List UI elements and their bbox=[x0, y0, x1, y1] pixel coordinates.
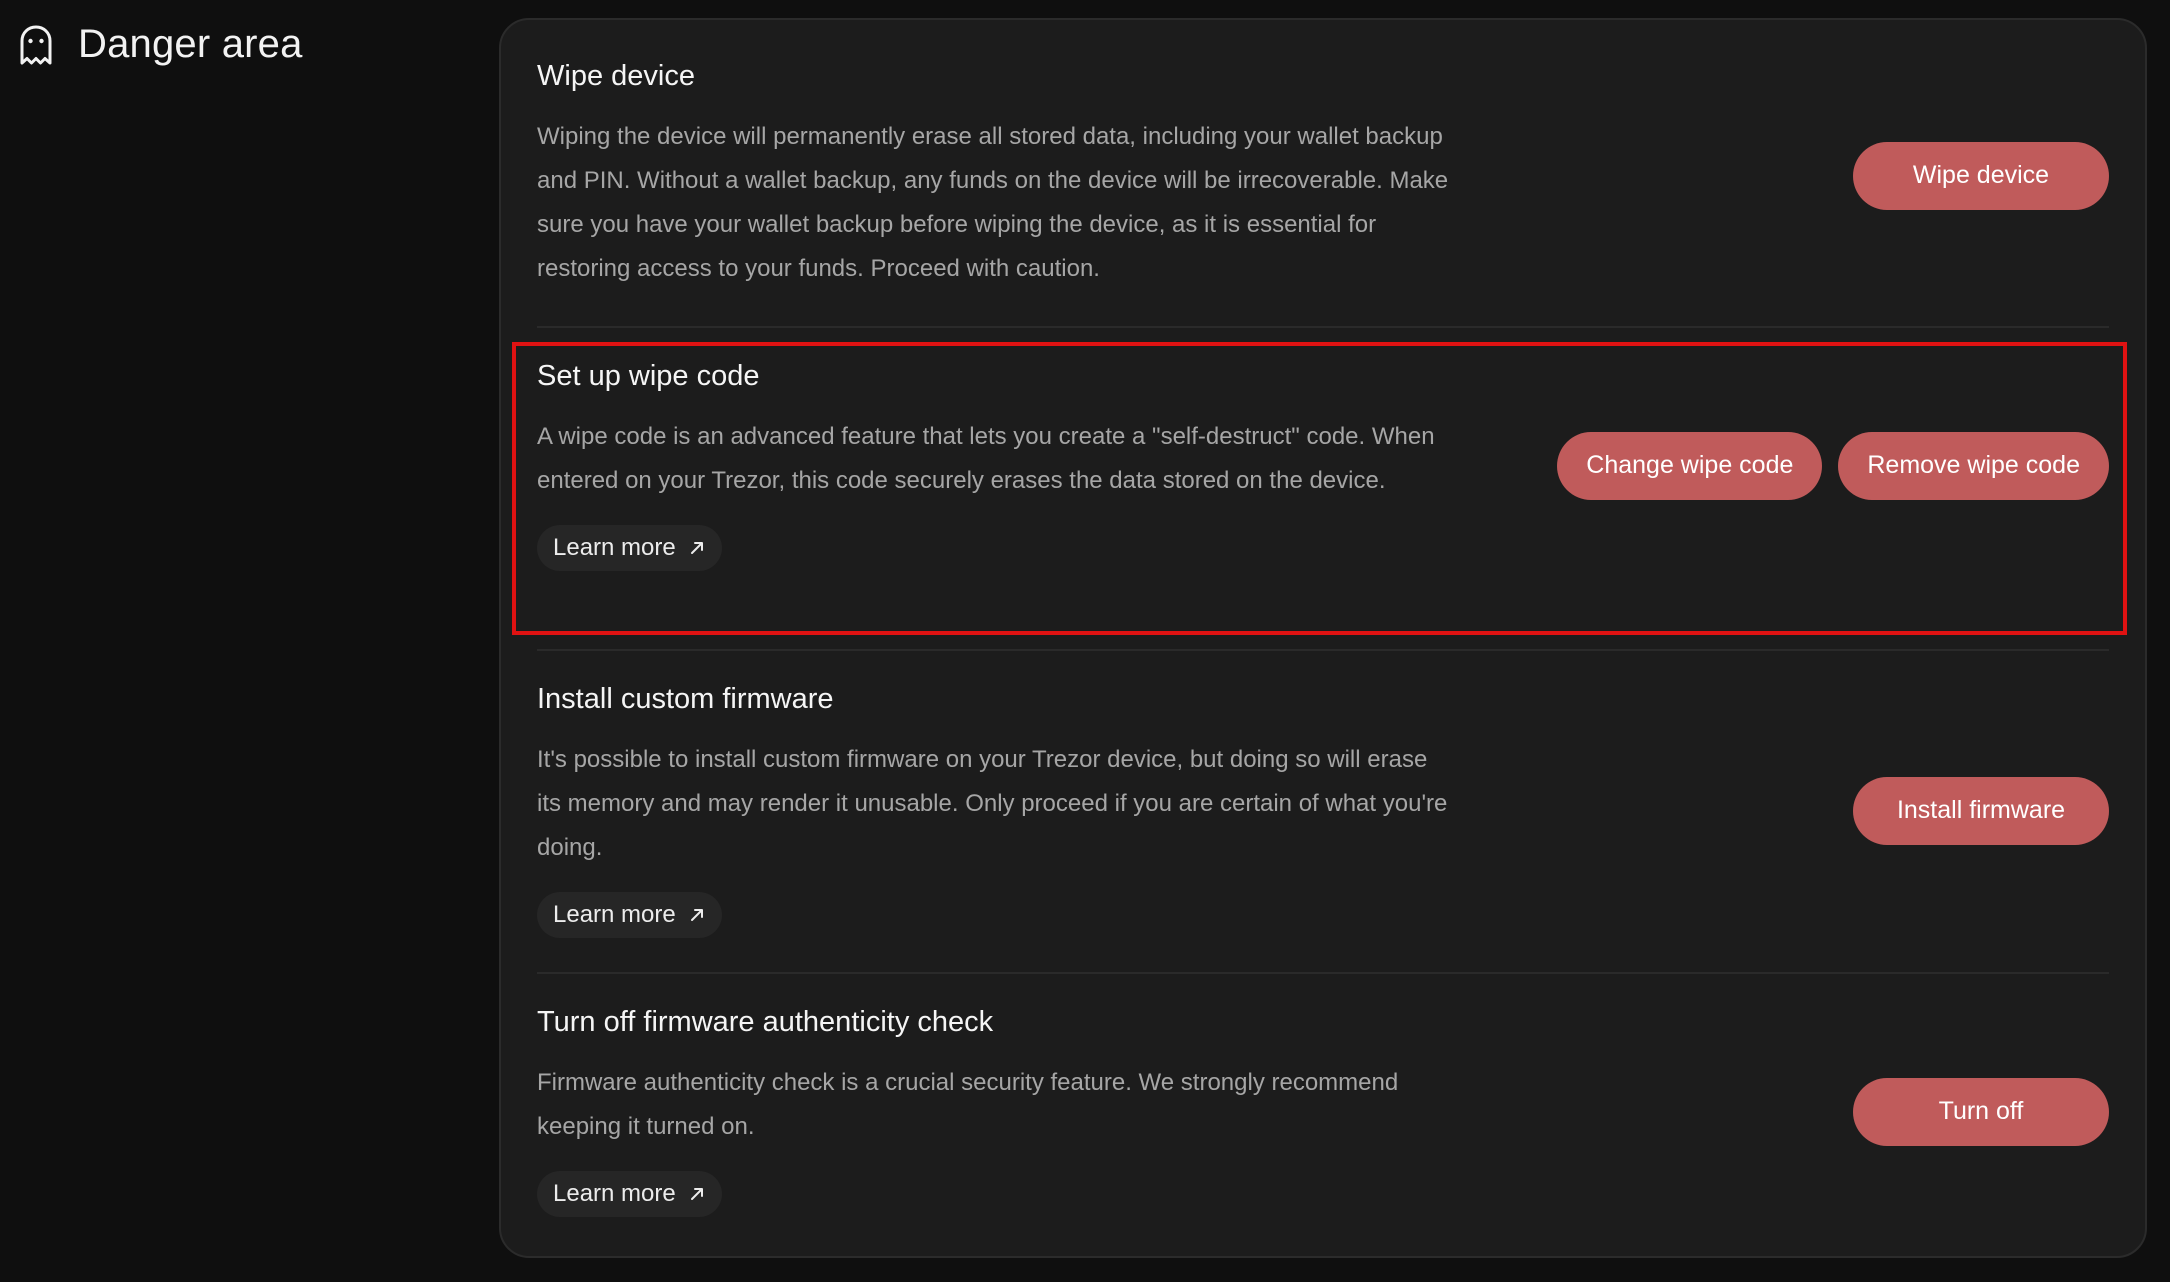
custom-firmware-text: Install custom firmware It's possible to… bbox=[537, 683, 1457, 938]
section-header: Danger area bbox=[16, 22, 303, 67]
wipe-device-actions: Wipe device bbox=[1853, 141, 2109, 210]
custom-firmware-title: Install custom firmware bbox=[537, 683, 834, 715]
row-divider bbox=[537, 326, 2109, 328]
wipe-device-text: Wipe device Wiping the device will perma… bbox=[537, 60, 1457, 291]
wipe-code-actions: Change wipe code Remove wipe code bbox=[1557, 431, 2109, 500]
danger-area-page: Danger area Wipe device Wiping the devic… bbox=[0, 0, 2170, 1282]
authenticity-check-row: Turn off firmware authenticity check Fir… bbox=[537, 1006, 2109, 1217]
remove-wipe-code-button[interactable]: Remove wipe code bbox=[1838, 431, 2109, 500]
custom-firmware-learn-more-link[interactable]: Learn more bbox=[537, 892, 722, 938]
authenticity-check-description: Firmware authenticity check is a crucial… bbox=[537, 1069, 1399, 1140]
install-firmware-button[interactable]: Install firmware bbox=[1853, 776, 2109, 845]
external-link-icon bbox=[690, 909, 703, 921]
danger-settings-card: Wipe device Wiping the device will perma… bbox=[499, 18, 2147, 1258]
row-divider bbox=[537, 972, 2109, 974]
learn-more-label: Learn more bbox=[553, 901, 676, 928]
ghost-icon bbox=[20, 25, 52, 64]
wipe-code-text: Set up wipe code A wipe code is an advan… bbox=[537, 360, 1457, 571]
custom-firmware-row: Install custom firmware It's possible to… bbox=[537, 683, 2109, 938]
learn-more-label: Learn more bbox=[553, 1180, 676, 1207]
page-title: Danger area bbox=[78, 22, 303, 66]
authenticity-check-title: Turn off firmware authenticity check bbox=[537, 1006, 994, 1038]
wipe-code-description: A wipe code is an advanced feature that … bbox=[537, 423, 1435, 494]
turn-off-button[interactable]: Turn off bbox=[1853, 1077, 2109, 1146]
external-link-icon bbox=[690, 1188, 703, 1200]
wipe-code-title: Set up wipe code bbox=[537, 360, 760, 392]
wipe-device-button[interactable]: Wipe device bbox=[1853, 141, 2109, 210]
wipe-code-row: Set up wipe code A wipe code is an advan… bbox=[537, 360, 2109, 571]
authenticity-check-learn-more-link[interactable]: Learn more bbox=[537, 1171, 722, 1217]
wipe-code-learn-more-link[interactable]: Learn more bbox=[537, 525, 722, 571]
row-divider bbox=[537, 649, 2109, 651]
change-wipe-code-button[interactable]: Change wipe code bbox=[1557, 431, 1823, 500]
wipe-device-row: Wipe device Wiping the device will perma… bbox=[537, 60, 2109, 291]
wipe-device-description: Wiping the device will permanently erase… bbox=[537, 123, 1449, 282]
custom-firmware-actions: Install firmware bbox=[1853, 776, 2109, 845]
authenticity-check-text: Turn off firmware authenticity check Fir… bbox=[537, 1006, 1457, 1217]
authenticity-check-actions: Turn off bbox=[1853, 1077, 2109, 1146]
learn-more-label: Learn more bbox=[553, 534, 676, 561]
custom-firmware-description: It's possible to install custom firmware… bbox=[537, 746, 1448, 861]
wipe-device-title: Wipe device bbox=[537, 60, 695, 92]
external-link-icon bbox=[690, 542, 703, 554]
